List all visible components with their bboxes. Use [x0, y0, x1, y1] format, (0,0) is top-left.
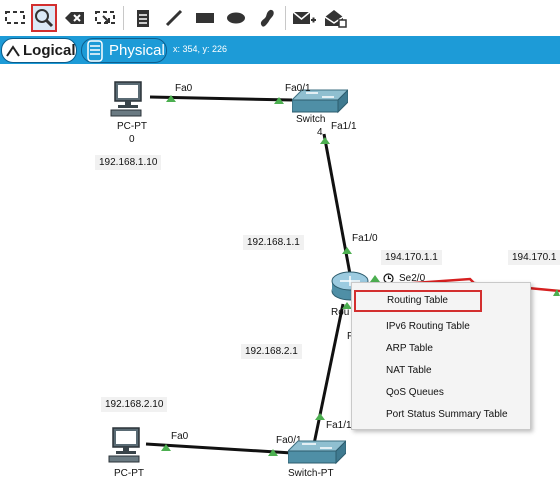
- pc0-ip-label: 192.168.1.10: [95, 155, 162, 170]
- gateway2-ip-label: 192.168.2.1: [241, 344, 302, 359]
- router-port-fa10-label: Fa1/0: [352, 233, 378, 244]
- note-icon: [137, 10, 149, 27]
- router-context-menu: Routing Table IPv6 Routing Table ARP Tab…: [351, 282, 531, 430]
- menu-item-ipv6-routing-table[interactable]: IPv6 Routing Table: [352, 316, 530, 338]
- workspace-mode-bar: Logical Physical x: 354, y: 226: [0, 36, 560, 64]
- packet-tracer-window: Logical Physical x: 354, y: 226 PC-PT 0 …: [0, 0, 560, 483]
- select-tool-button[interactable]: [2, 4, 28, 32]
- pc1-port-label: Fa0: [171, 431, 189, 442]
- port-indicator: [320, 137, 330, 144]
- router-label: Rou: [331, 307, 350, 318]
- serial-peer-ip-label: 194.170.1: [508, 250, 560, 265]
- pc1-device[interactable]: [106, 426, 146, 471]
- switchpt-port-fa11-label: Fa1/1: [326, 420, 352, 431]
- pc1-type-label: PC-PT: [114, 468, 144, 479]
- switch0-label: Switch: [296, 114, 326, 125]
- physical-tab[interactable]: Physical: [81, 38, 167, 63]
- ellipse-icon: [227, 12, 245, 24]
- toolbar: [0, 0, 560, 36]
- line-tool-button[interactable]: [161, 4, 187, 32]
- switch0-port-fa11-label: Fa1/1: [331, 121, 357, 132]
- toolbar-separator: [123, 6, 124, 30]
- select-icon: [5, 11, 25, 24]
- pc0-device[interactable]: [108, 80, 148, 125]
- ellipse-tool-button[interactable]: [223, 4, 249, 32]
- logical-icon: [6, 44, 20, 57]
- switch0-number-label: 4: [317, 127, 323, 138]
- menu-item-qos-queues[interactable]: QoS Queues: [352, 382, 530, 404]
- cursor-coordinates: x: 354, y: 226: [173, 44, 228, 54]
- port-indicator: [370, 275, 380, 282]
- pc1-ip-label: 192.168.2.10: [101, 397, 168, 412]
- switchpt-label: Switch-PT: [288, 468, 334, 479]
- serial-ip-label: 194.170.1.1: [381, 250, 442, 265]
- note-tool-button[interactable]: [130, 4, 156, 32]
- resize-tool-button[interactable]: [92, 4, 118, 32]
- port-indicator: [315, 413, 325, 420]
- gateway1-ip-label: 192.168.1.1: [243, 235, 304, 250]
- toolbar-separator: [285, 6, 286, 30]
- physical-icon: [87, 39, 103, 62]
- switch-icon: [286, 439, 348, 465]
- line-icon: [165, 9, 183, 27]
- pc0-number-label: 0: [129, 134, 135, 145]
- pc-icon: [108, 427, 140, 463]
- pc-icon: [110, 81, 142, 117]
- switch0-port-fa01-label: Fa0/1: [285, 83, 311, 94]
- menu-item-nat-table[interactable]: NAT Table: [352, 360, 530, 382]
- magnifier-icon: [35, 9, 54, 28]
- rectangle-tool-button[interactable]: [192, 4, 218, 32]
- rectangle-icon: [196, 13, 214, 23]
- freeform-tool-button[interactable]: [254, 4, 280, 32]
- freeform-icon: [260, 9, 274, 27]
- port-indicator: [342, 247, 352, 254]
- menu-item-port-status-summary[interactable]: Port Status Summary Table: [352, 404, 530, 426]
- inspect-tool-button[interactable]: [31, 4, 57, 32]
- open-envelope-icon: [324, 10, 347, 28]
- pc0-type-label: PC-PT: [117, 121, 147, 132]
- menu-item-arp-table[interactable]: ARP Table: [352, 338, 530, 360]
- envelope-plus-icon: [292, 11, 316, 24]
- add-complex-pdu-button[interactable]: [322, 4, 348, 32]
- menu-item-routing-table[interactable]: Routing Table: [354, 290, 482, 312]
- logical-tab[interactable]: Logical: [1, 38, 77, 63]
- add-simple-pdu-button[interactable]: [291, 4, 317, 32]
- logical-label: Logical: [23, 42, 76, 59]
- pc0-port-label: Fa0: [175, 83, 193, 94]
- resize-icon: [95, 11, 115, 24]
- physical-label: Physical: [109, 42, 165, 59]
- logical-workspace[interactable]: PC-PT 0 Fa0 192.168.1.10 Fa0/1 Switch 4 …: [0, 64, 560, 483]
- delete-icon: [65, 12, 84, 24]
- delete-tool-button[interactable]: [62, 4, 88, 32]
